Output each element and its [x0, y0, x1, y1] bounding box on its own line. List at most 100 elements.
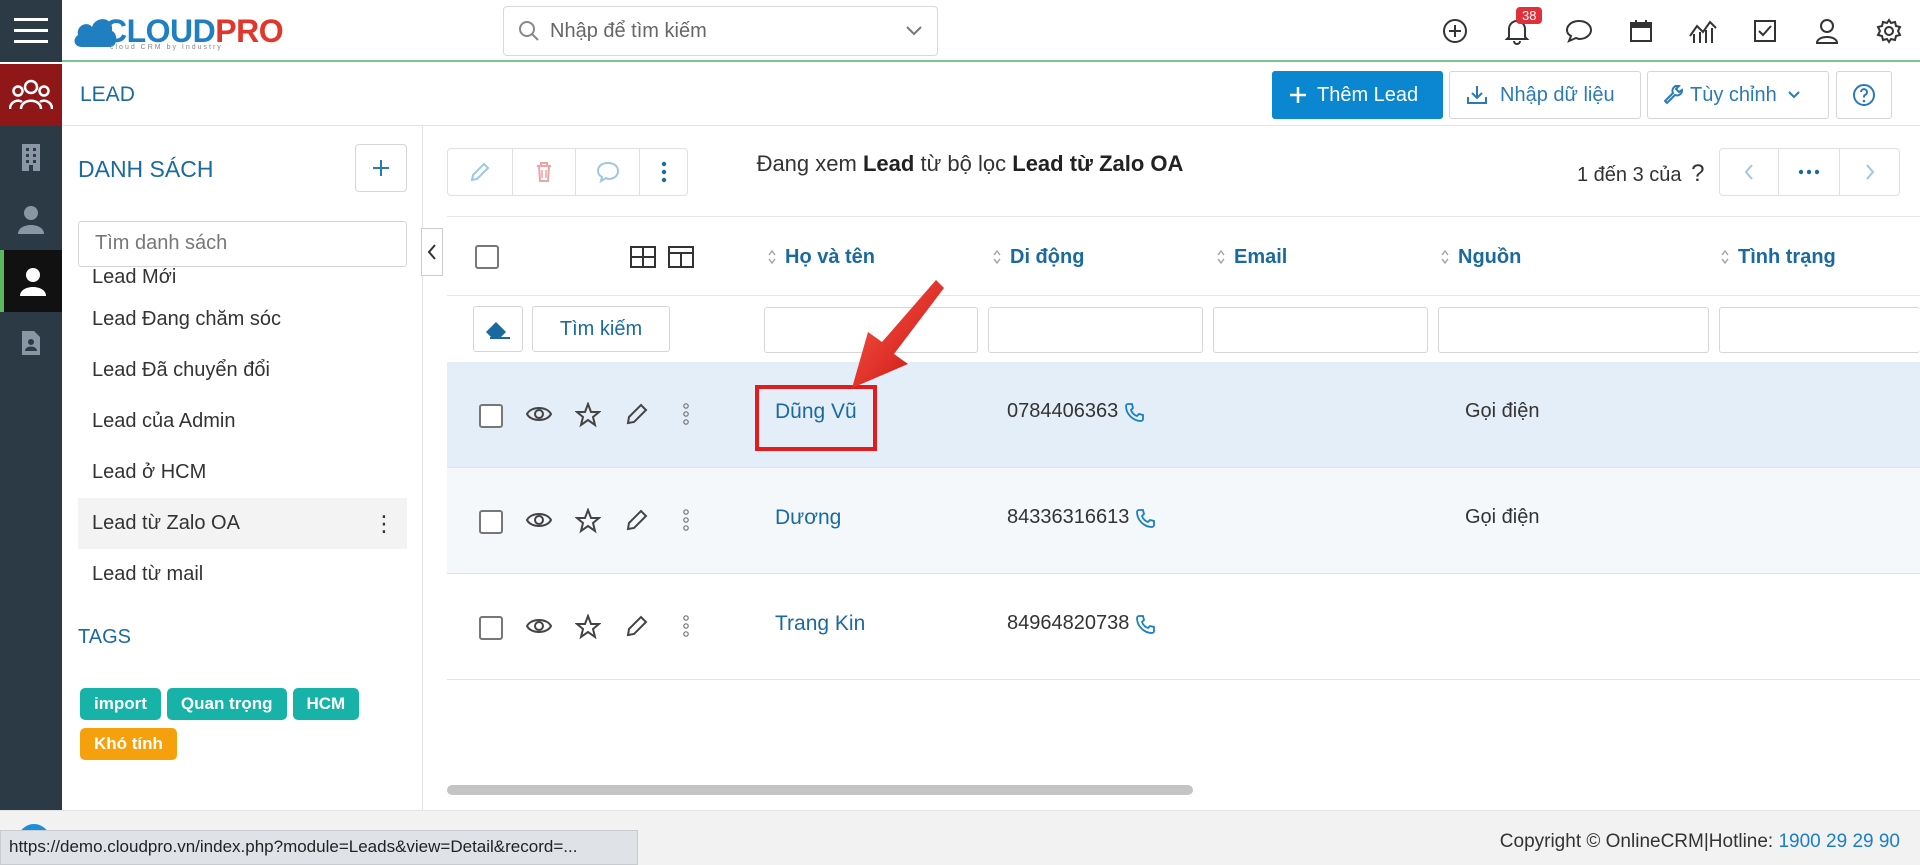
more-vertical-icon[interactable]: ⋮ — [373, 498, 395, 549]
import-data-button[interactable]: Nhập dữ liệu — [1449, 71, 1641, 119]
pager-total-unknown[interactable]: ? — [1691, 160, 1704, 187]
more-vertical-icon[interactable] — [683, 402, 689, 426]
table-row[interactable]: Trang Kin 84964820738 — [447, 574, 1920, 680]
list-search-input[interactable]: Tìm danh sách — [78, 221, 407, 267]
pencil-icon[interactable] — [625, 614, 649, 638]
tag-import[interactable]: import — [80, 688, 161, 720]
hotline-link[interactable]: 1900 29 29 90 — [1778, 831, 1900, 852]
reports-chart-icon[interactable] — [1672, 0, 1734, 62]
filter-status-input[interactable] — [1719, 307, 1920, 353]
left-nav — [0, 64, 62, 865]
pager-range: 1 đến 3 của — [1577, 164, 1682, 186]
star-icon[interactable] — [575, 402, 601, 428]
split-view-icon[interactable] — [668, 246, 694, 268]
lead-name-link[interactable]: Trang Kin — [775, 612, 865, 636]
list-sidebar: DANH SÁCH Tìm danh sách Lead Mới Lead Đa… — [62, 126, 423, 810]
row-checkbox[interactable] — [479, 404, 503, 428]
copyright-label: Copyright © OnlineCRM|Hotline: — [1499, 831, 1779, 852]
select-all-checkbox[interactable] — [475, 245, 499, 269]
sidebar-item-lead-cua-admin[interactable]: Lead của Admin — [78, 396, 407, 447]
module-header: LEAD Thêm Lead Nhập dữ liệu Tùy chỉnh — [62, 64, 1920, 126]
phone-call-icon[interactable] — [1124, 402, 1145, 422]
settings-gear-icon[interactable] — [1858, 0, 1920, 62]
nav-building-icon[interactable] — [0, 126, 62, 188]
add-lead-button[interactable]: Thêm Lead — [1272, 71, 1443, 119]
page-jump-button[interactable] — [1778, 148, 1840, 196]
lead-name-link[interactable]: Dương — [775, 506, 841, 530]
add-circle-icon[interactable] — [1424, 0, 1486, 62]
comment-icon — [596, 161, 619, 183]
lead-source: Gọi điện — [1465, 400, 1540, 422]
row-checkbox[interactable] — [479, 510, 503, 534]
table-row[interactable]: Dũng Vũ 0784406363 Gọi điện — [447, 362, 1920, 468]
viewing-summary: Đang xem Lead từ bộ lọc Lead từ Zalo OA — [640, 151, 1300, 177]
clear-filter-button[interactable] — [473, 306, 523, 352]
tag-list: import Quan trọng HCM Khó tính — [80, 688, 410, 768]
calendar-icon[interactable] — [1610, 0, 1672, 62]
eye-icon[interactable] — [525, 614, 553, 638]
pencil-icon[interactable] — [625, 508, 649, 532]
notification-badge: 38 — [1516, 7, 1543, 24]
column-header-email[interactable]: Email — [1216, 217, 1287, 297]
filter-source-input[interactable] — [1438, 307, 1709, 353]
next-page-button[interactable] — [1839, 148, 1900, 196]
global-search[interactable]: Nhập để tìm kiếm — [503, 6, 938, 56]
add-list-button[interactable] — [355, 144, 407, 192]
customize-button[interactable]: Tùy chỉnh — [1647, 71, 1829, 119]
sidebar-item-lead-tu-mail[interactable]: Lead từ mail — [78, 549, 407, 600]
nav-document-icon[interactable] — [0, 312, 62, 374]
user-profile-icon[interactable] — [1796, 0, 1858, 62]
comment-button[interactable] — [575, 148, 640, 196]
sidebar-item-lead-o-hcm[interactable]: Lead ở HCM — [78, 447, 407, 498]
tag-kho-tinh[interactable]: Khó tính — [80, 728, 177, 760]
task-check-icon[interactable] — [1734, 0, 1796, 62]
more-vertical-icon[interactable] — [683, 508, 689, 532]
chevron-down-icon[interactable] — [905, 25, 923, 37]
nav-contact-icon[interactable] — [0, 188, 62, 250]
eye-icon[interactable] — [525, 402, 553, 426]
delete-button[interactable] — [512, 148, 576, 196]
more-vertical-icon[interactable] — [683, 614, 689, 638]
sidebar-item-lead-da-chuyen-doi[interactable]: Lead Đã chuyển đổi — [78, 345, 407, 396]
eye-icon[interactable] — [525, 508, 553, 532]
horizontal-scrollbar[interactable] — [447, 785, 1193, 795]
phone-call-icon[interactable] — [1135, 614, 1156, 634]
trash-icon — [537, 162, 551, 182]
filter-mobile-input[interactable] — [988, 307, 1203, 353]
collapse-sidebar-button[interactable] — [421, 228, 443, 276]
column-header-source[interactable]: Nguồn — [1440, 217, 1521, 297]
star-icon[interactable] — [575, 508, 601, 534]
lead-phone: 84964820738 — [1007, 612, 1156, 635]
row-checkbox[interactable] — [479, 616, 503, 640]
sidebar-item-label: Lead từ Zalo OA — [92, 512, 240, 534]
filter-email-input[interactable] — [1213, 307, 1428, 353]
table-row[interactable]: Dương 84336316613 Gọi điện — [447, 468, 1920, 574]
sidebar-item-lead-moi[interactable]: Lead Mới — [78, 268, 407, 294]
sidebar-item-lead-dang-cham-soc[interactable]: Lead Đang chăm sóc — [78, 294, 407, 345]
pencil-icon[interactable] — [625, 402, 649, 426]
column-header-mobile[interactable]: Di động — [992, 217, 1084, 297]
sort-icon — [1217, 249, 1225, 265]
bell-icon[interactable]: 38 — [1486, 0, 1548, 62]
column-header-status[interactable]: Tình trạng — [1720, 217, 1836, 297]
chat-icon[interactable] — [1548, 0, 1610, 62]
grid-view-icon[interactable] — [630, 246, 656, 268]
nav-lead-icon[interactable] — [0, 250, 62, 312]
logo[interactable]: CLOUDPRO cloud CRM by Industry — [72, 6, 284, 56]
sidebar-item-lead-tu-zalo-oa[interactable]: Lead từ Zalo OA ⋮ — [78, 498, 407, 549]
copyright-text: Copyright © OnlineCRM|Hotline: 1900 29 2… — [1500, 831, 1900, 853]
search-input[interactable]: Nhập để tìm kiếm — [550, 20, 905, 43]
viewing-filter: Lead từ Zalo OA — [1012, 151, 1184, 176]
add-lead-label: Thêm Lead — [1317, 83, 1419, 106]
phone-call-icon[interactable] — [1135, 508, 1156, 528]
star-icon[interactable] — [575, 614, 601, 640]
prev-page-button[interactable] — [1719, 148, 1779, 196]
menu-icon[interactable] — [0, 0, 62, 62]
search-filter-button[interactable]: Tìm kiếm — [532, 306, 670, 352]
tag-hcm[interactable]: HCM — [292, 688, 360, 720]
lead-phone: 84336316613 — [1007, 506, 1156, 529]
tag-quan-trong[interactable]: Quan trọng — [166, 688, 287, 720]
help-button[interactable] — [1836, 71, 1892, 119]
nav-group-users-icon[interactable] — [0, 64, 62, 126]
edit-button[interactable] — [447, 148, 513, 196]
